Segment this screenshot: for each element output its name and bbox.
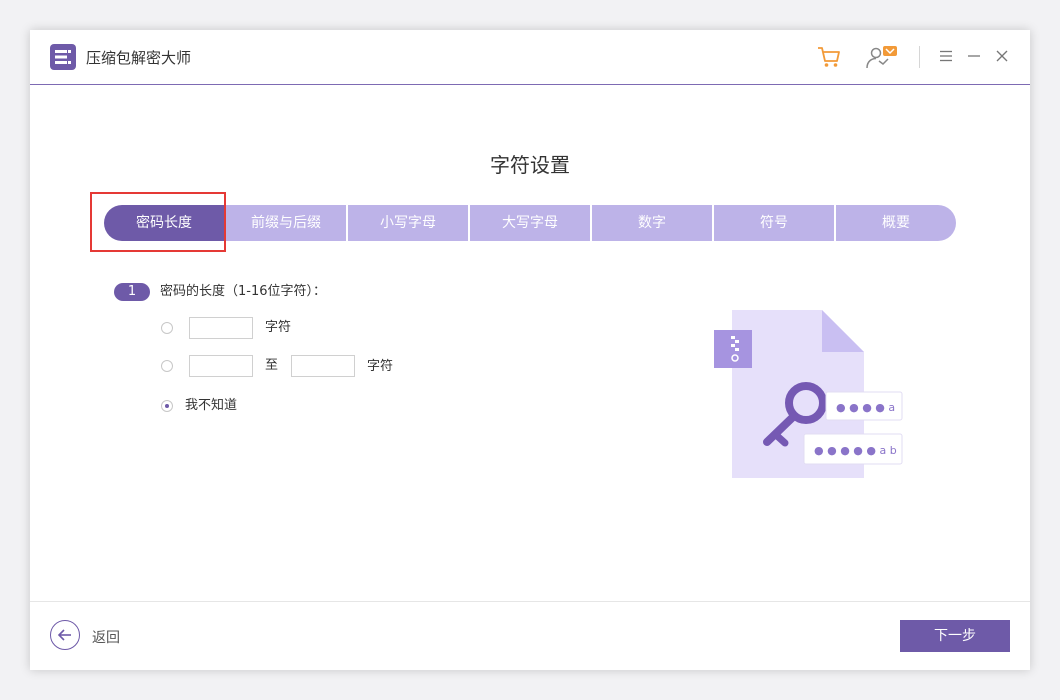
- cart-icon[interactable]: [816, 44, 842, 70]
- app-logo-icon: [50, 44, 76, 70]
- tab-digits[interactable]: 数字: [592, 205, 712, 241]
- range-to-input[interactable]: [291, 355, 355, 377]
- title-separator: [919, 46, 920, 68]
- masked-field-2: ● ● ● ● ● a b: [814, 444, 897, 457]
- exact-length-suffix: 字符: [265, 320, 292, 335]
- title-bar: 压缩包解密大师: [30, 30, 1030, 85]
- radio-unknown-length[interactable]: [161, 400, 173, 412]
- zip-key-illustration: ● ● ● ● a ● ● ● ● ● a b: [714, 310, 903, 478]
- highlight-annotation-box: [90, 192, 226, 252]
- exact-length-input[interactable]: [189, 317, 253, 339]
- app-window: 压缩包解密大师 字符设置 密码长度 前缀与后缀 小写字母 大写字母 数字 符号 …: [30, 30, 1030, 670]
- step-label: 密码的长度（1-16位字符）：: [160, 284, 327, 299]
- tab-prefix-suffix[interactable]: 前缀与后缀: [226, 205, 346, 241]
- close-icon[interactable]: [994, 48, 1010, 64]
- tab-summary[interactable]: 概要: [836, 205, 956, 241]
- step-tabs: 密码长度 前缀与后缀 小写字母 大写字母 数字 符号 概要: [104, 205, 956, 241]
- unknown-length-label: 我不知道: [185, 398, 238, 413]
- step-number-badge: 1: [114, 283, 150, 301]
- menu-icon[interactable]: [938, 48, 954, 64]
- masked-field-1: ● ● ● ● a: [836, 401, 895, 414]
- range-from-input[interactable]: [189, 355, 253, 377]
- next-step-button[interactable]: 下一步: [900, 620, 1010, 652]
- tab-symbols[interactable]: 符号: [714, 205, 834, 241]
- arrow-left-icon: [57, 629, 71, 641]
- tab-lowercase[interactable]: 小写字母: [348, 205, 468, 241]
- app-title: 压缩包解密大师: [86, 49, 192, 67]
- user-vip-icon[interactable]: [864, 44, 902, 70]
- range-suffix: 字符: [367, 359, 394, 374]
- zip-icon: [714, 330, 752, 368]
- page-title: 字符设置: [490, 153, 570, 177]
- range-to-label: 至: [265, 358, 279, 373]
- radio-exact-length[interactable]: [161, 322, 173, 334]
- tab-uppercase[interactable]: 大写字母: [470, 205, 590, 241]
- minimize-icon[interactable]: [966, 48, 982, 64]
- radio-length-range[interactable]: [161, 360, 173, 372]
- footer-divider: [30, 601, 1030, 602]
- back-button[interactable]: [50, 620, 80, 650]
- back-label[interactable]: 返回: [92, 627, 120, 647]
